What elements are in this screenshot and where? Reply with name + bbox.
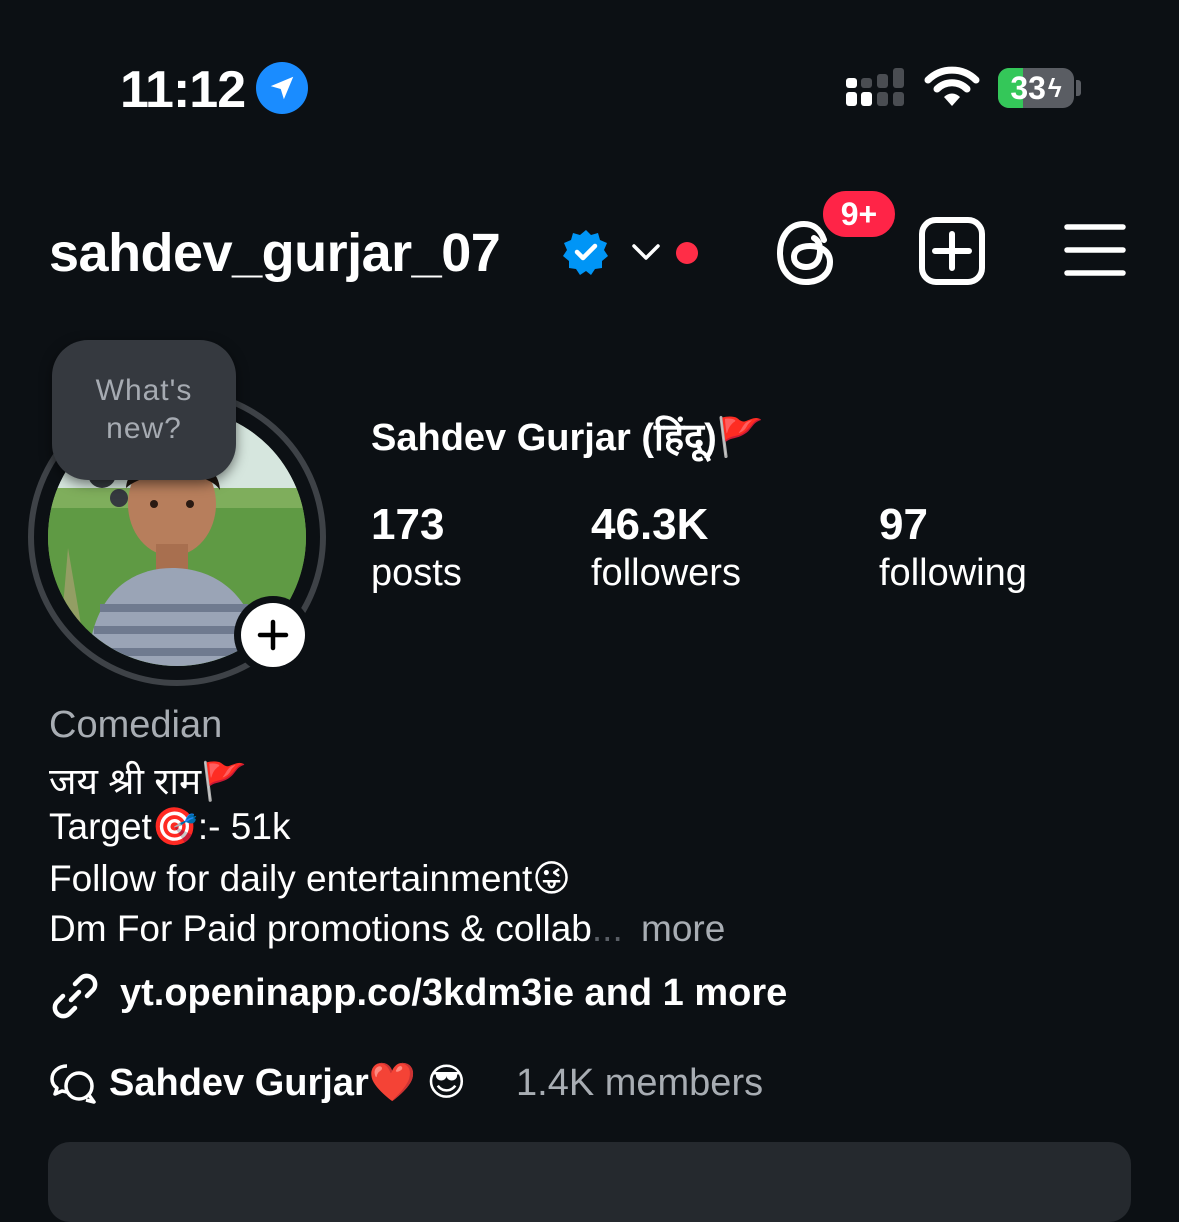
battery-percent: 33: [1010, 69, 1046, 106]
stat-posts[interactable]: 173 posts: [371, 500, 462, 595]
bio-line: Follow for daily entertainment😜: [49, 858, 571, 899]
stat-value: 46.3K: [591, 500, 709, 549]
battery-cap: [1076, 80, 1081, 96]
plus-icon: [241, 603, 305, 667]
battery-indicator: 33 ϟ: [998, 68, 1074, 108]
stat-followers[interactable]: 46.3K followers: [591, 500, 741, 595]
status-time: 11:12: [120, 61, 246, 119]
location-arrow-icon: [256, 62, 308, 114]
stat-following[interactable]: 97 following: [879, 500, 1027, 595]
threads-notification-badge: 9+: [820, 188, 898, 240]
bio-line-truncated: Dm For Paid promotions & collab... more: [49, 908, 725, 950]
charging-bolt-icon: ϟ: [1047, 72, 1062, 103]
dashboard-card[interactable]: [48, 1142, 1131, 1222]
note-bubble-text: What's new?: [95, 374, 193, 445]
stat-label: followers: [591, 552, 741, 594]
channel-members: 1.4K members: [516, 1062, 764, 1104]
stat-value: 173: [371, 500, 445, 549]
bio-more-link[interactable]: more: [641, 908, 725, 949]
verified-badge-icon: [562, 228, 610, 281]
bio-line: जय श्री राम🚩: [49, 761, 248, 802]
notification-dot: [676, 242, 698, 264]
add-story-button[interactable]: [234, 596, 312, 674]
channel-link[interactable]: Sahdev Gurjar❤️ 😎: [109, 1060, 466, 1105]
bio-line: Dm For Paid promotions & collab: [49, 908, 592, 949]
stat-label: following: [879, 552, 1027, 594]
chevron-down-icon[interactable]: [630, 240, 662, 269]
hamburger-menu-icon[interactable]: [1064, 222, 1126, 283]
full-name: Sahdev Gurjar (हिंदू)🚩: [371, 417, 765, 459]
note-bubble-tail: [110, 489, 128, 507]
note-bubble[interactable]: What's new?: [52, 340, 236, 480]
bio-line: Target🎯:- 51k: [49, 806, 291, 847]
stat-label: posts: [371, 552, 462, 594]
bio-link[interactable]: yt.openinapp.co/3kdm3ie and 1 more: [120, 972, 787, 1015]
plus-square-icon[interactable]: [918, 216, 986, 291]
stat-value: 97: [879, 500, 928, 549]
link-icon: [49, 970, 101, 1027]
profile-category: Comedian: [49, 704, 223, 746]
bio-ellipsis: ...: [591, 908, 623, 949]
username-dropdown[interactable]: sahdev_gurjar_07: [49, 222, 501, 284]
wifi-icon: [924, 66, 980, 113]
cellular-signal-icon: [846, 66, 906, 115]
broadcast-channel-icon: [49, 1062, 97, 1111]
